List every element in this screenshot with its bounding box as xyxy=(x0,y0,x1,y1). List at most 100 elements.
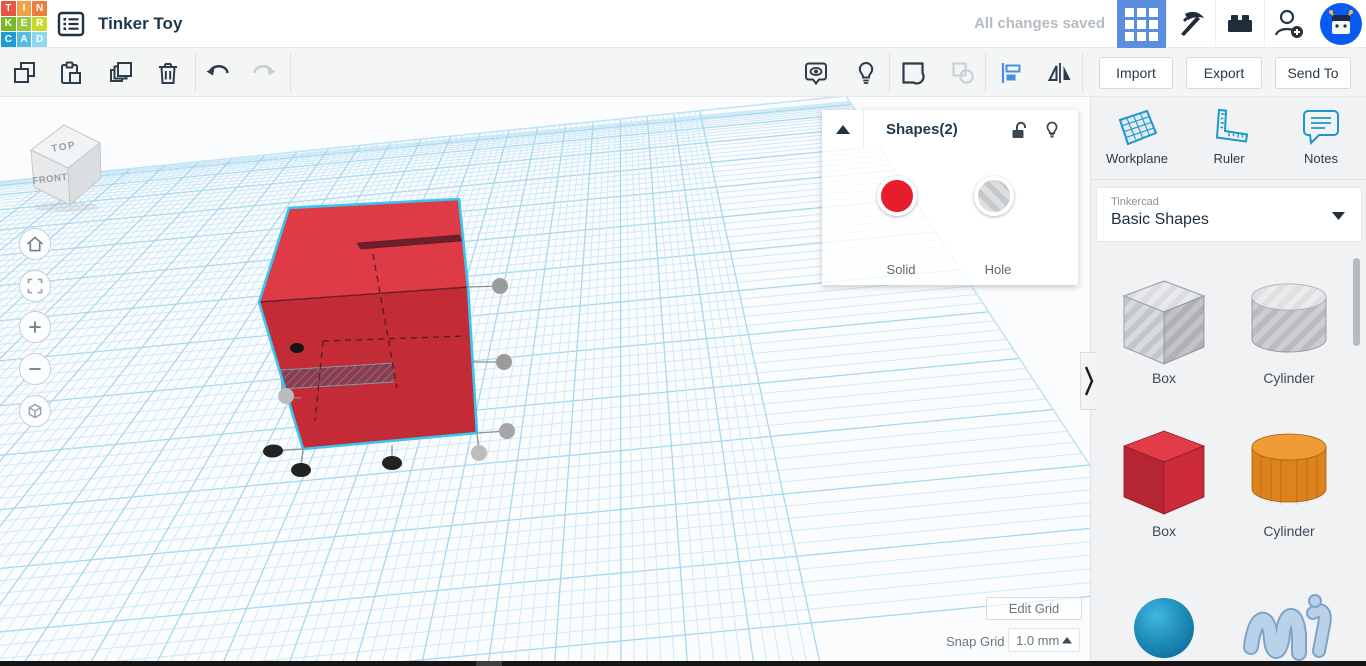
caret-down-icon xyxy=(1332,212,1345,220)
lightbulb-icon xyxy=(1046,121,1058,138)
group-button[interactable] xyxy=(893,53,933,93)
undo-icon xyxy=(206,65,229,76)
undo-button[interactable] xyxy=(198,53,238,93)
duplicate-icon xyxy=(110,62,132,82)
helper-tools-row: Workplane Ruler Notes xyxy=(1091,97,1366,180)
zoom-in-button[interactable] xyxy=(19,311,51,343)
toolbar-divider xyxy=(290,53,291,93)
snap-grid-dropdown[interactable]: 1.0 mm xyxy=(1008,628,1080,652)
invite-button[interactable] xyxy=(1264,0,1313,48)
snap-grid-value: 1.0 mm xyxy=(1016,632,1060,648)
logo-letter: T xyxy=(1,1,16,16)
home-view-button[interactable] xyxy=(19,228,51,260)
paste-button[interactable] xyxy=(51,53,91,93)
notes-tool[interactable]: Notes xyxy=(1275,97,1366,179)
notes-label: Notes xyxy=(1304,151,1338,166)
gallery-box-hole[interactable] xyxy=(1114,275,1214,370)
lock-toggle-button[interactable] xyxy=(1008,119,1030,141)
shapes-panel-header: Shapes(2) xyxy=(822,110,1078,148)
gallery-scribble[interactable] xyxy=(1239,575,1339,661)
scribble-icon xyxy=(1243,594,1332,661)
notes-icon xyxy=(1303,110,1339,146)
toolbar-divider xyxy=(985,53,986,93)
sidebar-collapse-tab[interactable] xyxy=(1080,352,1096,410)
logo-letter: E xyxy=(16,16,32,32)
shapes-panel-body: Solid Hole xyxy=(822,148,1078,285)
apps-grid-button[interactable] xyxy=(1117,0,1166,48)
app-header: T I N K E R C A D Tinker Toy All changes… xyxy=(0,0,1366,48)
duplicate-button[interactable] xyxy=(101,53,141,93)
sidebar-scrollbar-thumb[interactable] xyxy=(1353,258,1360,346)
cylinder-hole-icon xyxy=(1251,283,1327,353)
brick-button[interactable] xyxy=(1215,0,1264,48)
sphere-icon xyxy=(1134,598,1194,658)
visibility-toggle-button[interactable] xyxy=(1041,119,1063,141)
send-to-button[interactable]: Send To xyxy=(1275,57,1351,89)
edit-grid-button[interactable]: Edit Grid xyxy=(986,597,1082,620)
chevron-right-icon xyxy=(1084,366,1093,396)
toolbar-divider xyxy=(195,53,196,93)
workplane-tool[interactable]: Workplane xyxy=(1091,97,1183,179)
gallery-label: Box xyxy=(1151,523,1177,539)
perspective-cube-icon xyxy=(28,403,42,419)
align-icon xyxy=(1001,63,1021,83)
pickaxe-icon xyxy=(1181,11,1204,36)
face-dot xyxy=(290,343,304,353)
logo-letter: A xyxy=(16,32,32,47)
fit-view-button[interactable] xyxy=(19,270,51,302)
minecraft-button[interactable] xyxy=(1166,0,1215,48)
box-hole-icon xyxy=(1122,280,1206,365)
bottom-bar-segment xyxy=(476,661,502,666)
copy-button[interactable] xyxy=(5,53,45,93)
ruler-tool[interactable]: Ruler xyxy=(1183,97,1275,179)
mirror-button[interactable] xyxy=(1040,53,1080,93)
redo-icon xyxy=(253,65,276,76)
gallery-sphere[interactable] xyxy=(1114,575,1214,661)
ungroup-icon xyxy=(952,62,974,84)
group-icon xyxy=(902,62,925,85)
zoom-out-button[interactable] xyxy=(19,353,51,385)
delete-button[interactable] xyxy=(148,53,188,93)
import-button[interactable]: Import xyxy=(1099,57,1173,89)
minus-icon xyxy=(29,368,41,370)
tinkercad-logo[interactable]: T I N K E R C A D xyxy=(1,1,47,47)
export-button[interactable]: Export xyxy=(1186,57,1262,89)
design-properties-button[interactable] xyxy=(56,9,86,39)
toggle-visibility-button[interactable] xyxy=(846,53,886,93)
perspective-toggle-button[interactable] xyxy=(19,395,51,427)
toolbar-divider xyxy=(889,53,890,93)
ungroup-button[interactable] xyxy=(943,53,983,93)
gallery-cylinder-orange[interactable] xyxy=(1239,425,1339,520)
account-avatar[interactable] xyxy=(1319,2,1363,46)
align-button[interactable] xyxy=(992,53,1032,93)
show-all-button[interactable] xyxy=(796,53,836,93)
window-bottom-bar xyxy=(0,661,1366,666)
triangle-up-icon xyxy=(835,124,850,134)
gallery-label: Box xyxy=(1151,370,1177,386)
lego-brick-icon xyxy=(1228,15,1252,32)
library-brand: Tinkercad xyxy=(1111,196,1159,208)
gallery-label: Cylinder xyxy=(1263,523,1315,539)
selected-box-shape[interactable] xyxy=(257,197,479,451)
lightbulb-icon xyxy=(858,61,874,84)
gallery-cylinder-hole[interactable] xyxy=(1239,275,1339,370)
solid-material-swatch[interactable] xyxy=(877,176,917,216)
panel-collapse-button[interactable] xyxy=(822,110,864,148)
hole-material-swatch[interactable] xyxy=(974,176,1014,216)
logo-letter: I xyxy=(16,1,32,16)
trash-icon xyxy=(159,63,177,84)
design-title: Tinker Toy xyxy=(98,14,183,33)
gallery-box-red[interactable] xyxy=(1114,425,1214,520)
shape-library-dropdown[interactable]: Tinkercad Basic Shapes xyxy=(1096,187,1362,242)
fit-view-icon xyxy=(27,278,43,294)
library-name: Basic Shapes xyxy=(1111,211,1209,228)
hole-label: Hole xyxy=(984,262,1012,277)
shapes-panel-title: Shapes(2) xyxy=(886,120,958,138)
save-status: All changes saved xyxy=(974,15,1105,32)
logo-letter: R xyxy=(32,16,47,32)
solid-label: Solid xyxy=(886,262,916,277)
redo-button[interactable] xyxy=(244,53,284,93)
caret-up-icon xyxy=(1062,636,1072,643)
shapes-inspector-panel: Shapes(2) Solid Hole xyxy=(822,110,1078,285)
shapes-sidebar: Workplane Ruler Notes Tinkercad Basic Sh… xyxy=(1090,97,1366,661)
